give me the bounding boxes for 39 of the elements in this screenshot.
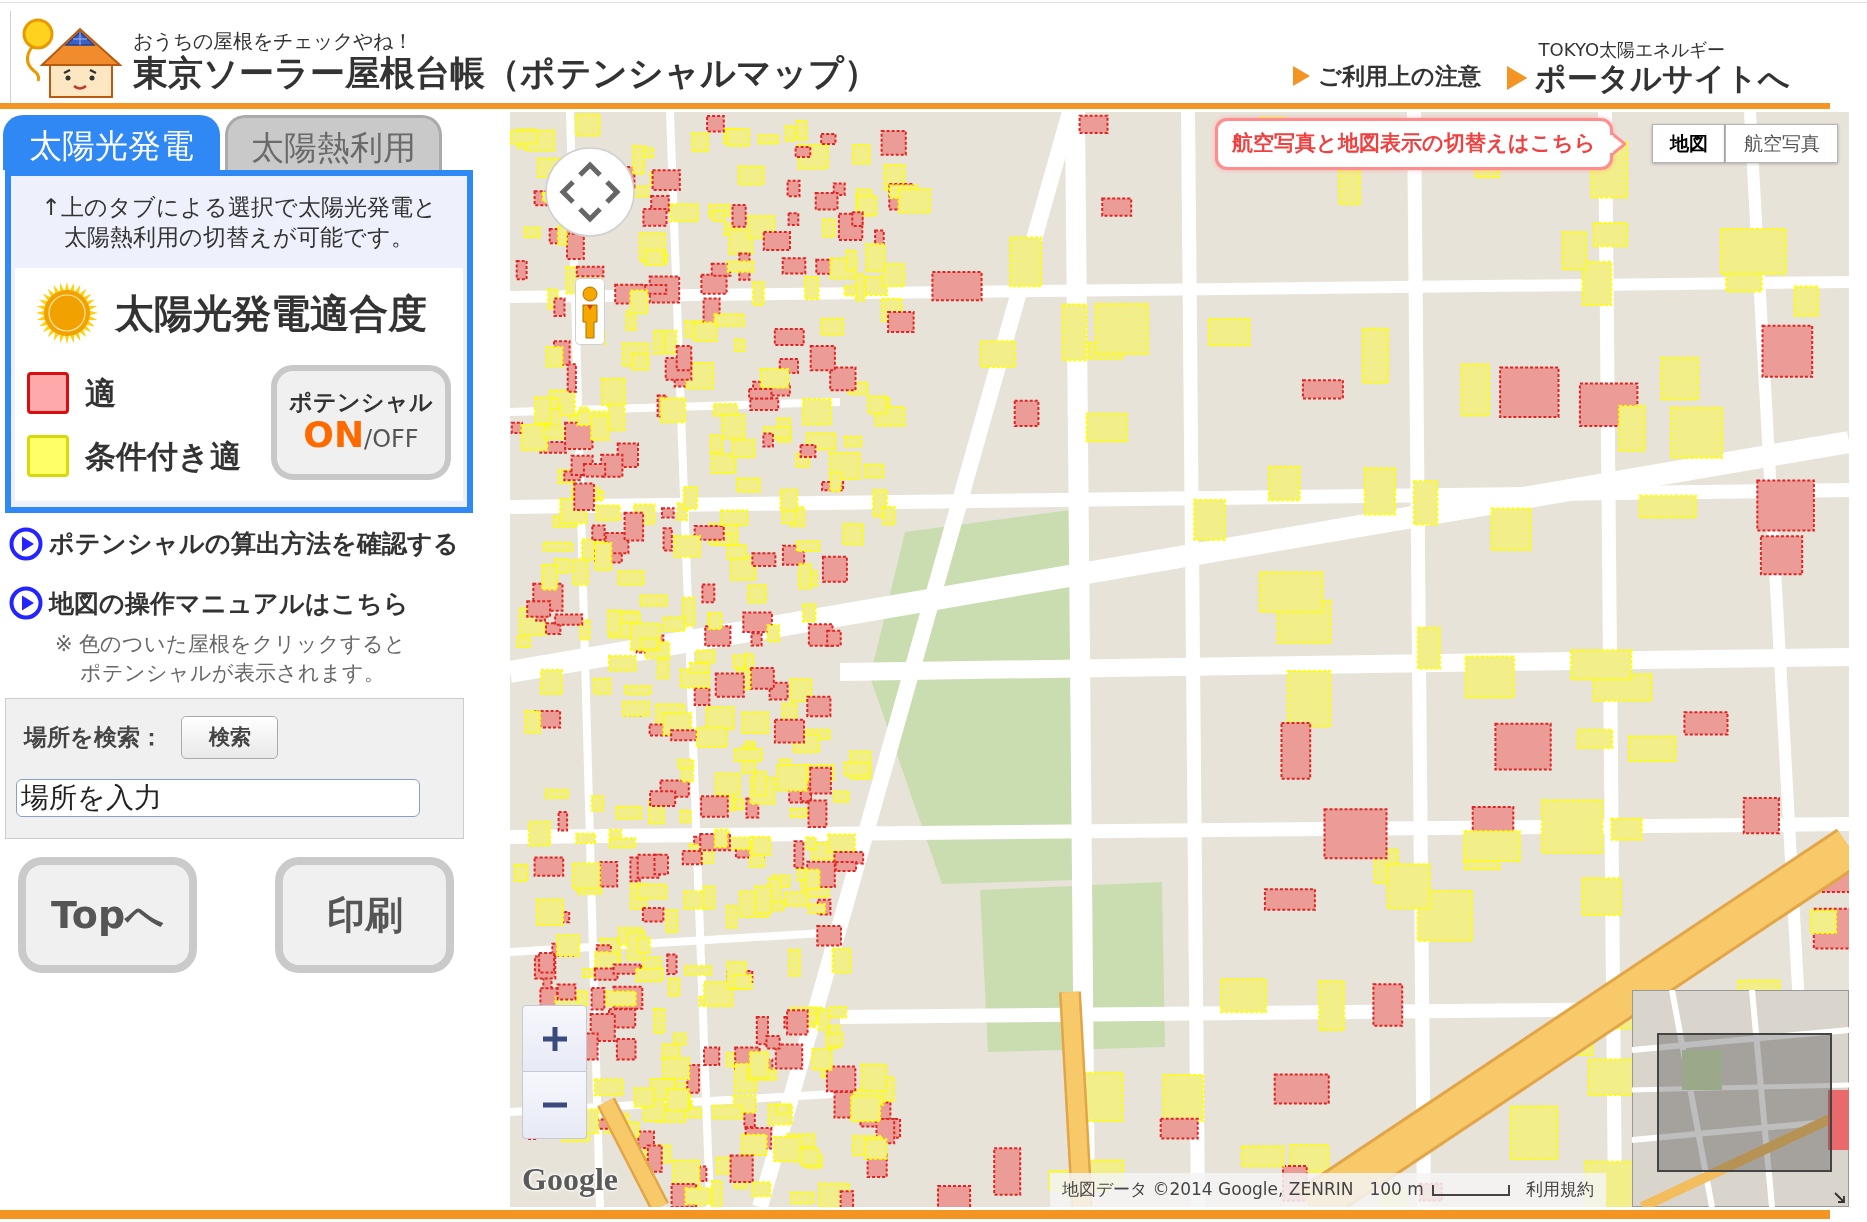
- action-button[interactable]: 印刷: [275, 857, 454, 973]
- map-attribution: 地図データ ©2014 Google, ZENRIN: [1062, 1178, 1354, 1202]
- triangle-icon: [1292, 65, 1310, 86]
- search-field[interactable]: 場所を入力: [16, 779, 420, 817]
- search-button[interactable]: 検索: [181, 716, 278, 759]
- zoom-in-button[interactable]: [522, 1005, 587, 1072]
- portal-link[interactable]: ポータルサイトへ: [1506, 60, 1790, 96]
- play-circle-icon: [9, 526, 43, 561]
- info-link[interactable]: 地図の操作マニュアルはこちら: [9, 584, 480, 622]
- collapse-arrow-icon[interactable]: [1834, 1192, 1846, 1204]
- callout-tail-icon: [1610, 130, 1626, 157]
- legend-label: 条件付き適: [85, 436, 241, 476]
- scale-bar-icon: [1431, 1184, 1510, 1196]
- map-type-button[interactable]: 航空写真: [1725, 124, 1838, 163]
- play-circle-icon: [9, 586, 43, 621]
- terms-link[interactable]: 利用規約: [1525, 1177, 1594, 1203]
- notice-link[interactable]: ご利用上の注意: [1292, 58, 1481, 93]
- potential-toggle-button[interactable]: ポテンシャル ON/OFF: [271, 365, 451, 480]
- info-link[interactable]: ポテンシャルの算出方法を確認する: [9, 525, 480, 563]
- tagline: おうちの屋根をチェックやね！: [133, 29, 414, 53]
- tab-note: ↑上のタブによる選択で太陽光発電と太陽熱利用の切替えが可能です。: [40, 193, 438, 252]
- tab[interactable]: 太陽光発電: [3, 115, 220, 170]
- person-icon[interactable]: [575, 278, 605, 345]
- map-logo: Google: [522, 1163, 618, 1195]
- click-note: ※ 色のついた屋根をクリックするとポテンシャルが表示されます。: [54, 631, 408, 687]
- site-title: 東京ソーラー屋根台帳（ポテンシャルマップ）: [133, 53, 879, 93]
- legend-title: 太陽光発電適合度: [115, 293, 427, 333]
- map-type-button[interactable]: 地図: [1652, 124, 1725, 163]
- plus-icon: [541, 1025, 568, 1052]
- legend-label: 適: [85, 374, 116, 413]
- minus-icon: [541, 1102, 568, 1108]
- scale-label: 100 m: [1369, 1178, 1424, 1202]
- search-label: 場所を検索：: [24, 723, 163, 753]
- sun-icon: [35, 281, 99, 345]
- triangle-icon: [1506, 66, 1527, 90]
- pan-control-icon[interactable]: [545, 147, 635, 237]
- action-button[interactable]: Topへ: [18, 857, 197, 973]
- link-caption: TOKYO太陽エネルギー: [1537, 40, 1727, 60]
- zoom-out-button[interactable]: [522, 1072, 587, 1139]
